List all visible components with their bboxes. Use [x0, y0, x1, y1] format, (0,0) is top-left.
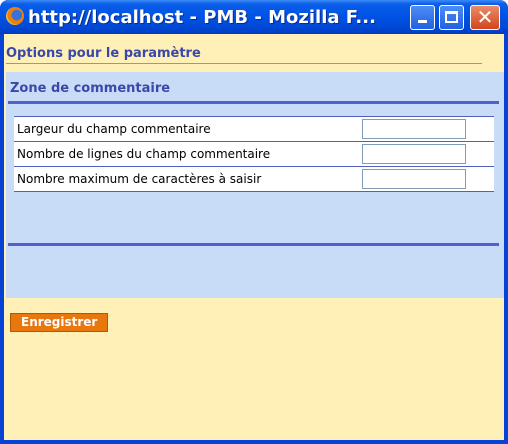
comment-lines-input[interactable]: [362, 144, 466, 164]
field-cell: [362, 116, 494, 142]
field-label-comment-lines: Nombre de lignes du champ commentaire: [14, 141, 362, 167]
table-row: Largeur du champ commentaire: [14, 116, 494, 142]
field-cell: [362, 141, 494, 167]
section-divider-bottom: [8, 243, 499, 246]
table-row: Nombre de lignes du champ commentaire: [14, 141, 494, 167]
firefox-icon[interactable]: [6, 7, 24, 25]
window-title: http://localhost - PMB - Mozilla F...: [28, 7, 376, 28]
close-icon: ✕: [476, 5, 494, 29]
field-cell: [362, 166, 494, 192]
table-row: Nombre maximum de caractères à saisir: [14, 166, 494, 192]
max-characters-input[interactable]: [362, 169, 466, 189]
page-title: Options pour le paramètre: [6, 46, 482, 64]
comment-width-input[interactable]: [362, 119, 466, 139]
field-label-comment-width: Largeur du champ commentaire: [14, 116, 362, 142]
field-label-max-characters: Nombre maximum de caractères à saisir: [14, 166, 362, 192]
close-button[interactable]: ✕: [470, 5, 500, 30]
section-divider-top: [8, 101, 499, 104]
page-content: Options pour le paramètre Zone de commen…: [4, 34, 504, 440]
section-title: Zone de commentaire: [10, 81, 171, 96]
minimize-button[interactable]: [410, 5, 435, 30]
browser-window: http://localhost - PMB - Mozilla F... ✕ …: [0, 0, 508, 444]
title-bar[interactable]: http://localhost - PMB - Mozilla F... ✕: [0, 0, 508, 34]
maximize-button[interactable]: [439, 5, 464, 30]
save-button[interactable]: Enregistrer: [10, 313, 109, 332]
options-panel: Zone de commentaire Largeur du champ com…: [6, 72, 504, 332]
minimize-icon: [418, 20, 427, 23]
parameters-table: Largeur du champ commentaire Nombre de l…: [14, 116, 494, 192]
maximize-icon: [445, 11, 458, 23]
